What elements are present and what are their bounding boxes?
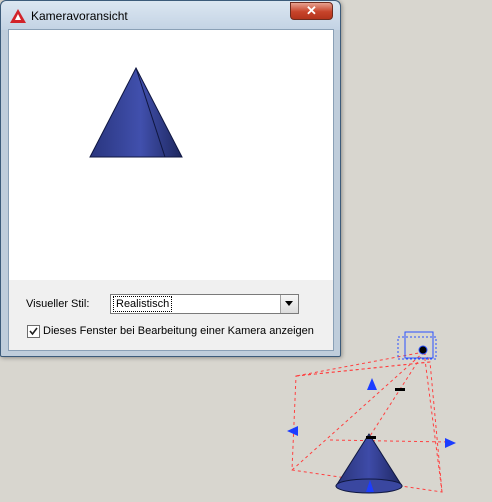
checkmark-icon (29, 327, 38, 336)
close-icon: ✕ (306, 3, 317, 18)
camera-preview-window: Kameravoransicht ✕ Visueller Stil: Reali (0, 0, 341, 357)
show-window-checkbox[interactable] (27, 325, 40, 338)
camera-icon[interactable] (397, 331, 437, 360)
camera-preview-viewport (9, 30, 333, 280)
autocad-icon (10, 9, 26, 23)
visual-style-label: Visueller Stil: (26, 298, 90, 310)
show-window-label[interactable]: Dieses Fenster bei Bearbeitung einer Kam… (43, 325, 314, 337)
visual-style-value: Realistisch (112, 296, 173, 312)
dropdown-arrow[interactable] (280, 295, 298, 313)
dialog-client: Visueller Stil: Realistisch Dieses Fenst… (8, 29, 334, 351)
close-button[interactable]: ✕ (290, 2, 333, 20)
window-title: Kameravoransicht (31, 9, 128, 23)
chevron-down-icon (285, 301, 293, 306)
target-markers (366, 388, 405, 439)
preview-cone (89, 66, 183, 158)
titlebar[interactable]: Kameravoransicht ✕ (1, 1, 340, 30)
visual-style-select[interactable]: Realistisch (110, 294, 299, 314)
